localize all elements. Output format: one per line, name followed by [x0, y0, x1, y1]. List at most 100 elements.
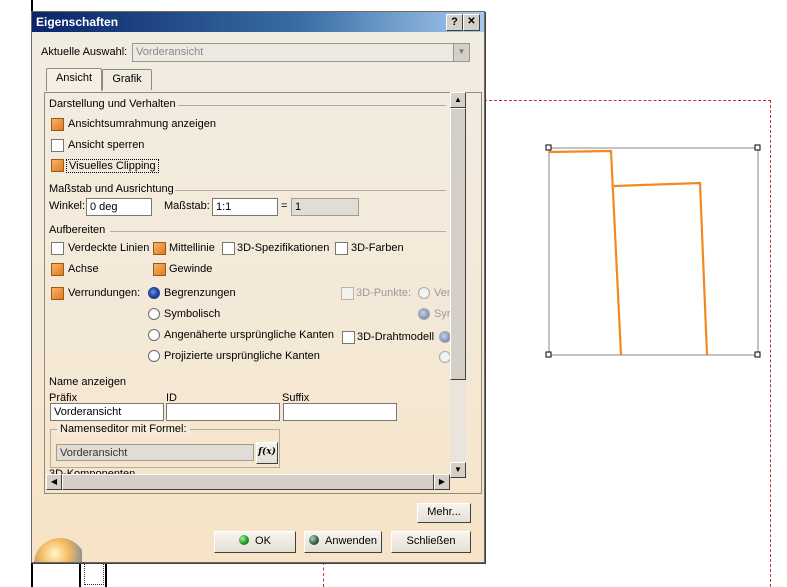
display-heading: Darstellung und Verhalten: [49, 98, 176, 110]
axis-checkbox[interactable]: [51, 263, 64, 276]
dress-up-divider: [110, 231, 446, 232]
center-line-checkbox[interactable]: [153, 242, 166, 255]
close-button-label: Schließen: [406, 535, 456, 547]
fillets-label[interactable]: Verrundungen:: [68, 287, 140, 299]
current-selection-label: Aktuelle Auswahl:: [41, 46, 128, 58]
angle-label: Winkel:: [49, 200, 86, 212]
vertical-scroll-thumb[interactable]: [450, 108, 466, 380]
points-option-1-radio[interactable]: [418, 287, 430, 299]
angle-input[interactable]: 0 deg: [86, 198, 152, 216]
tab-grafik[interactable]: Grafik: [102, 69, 152, 90]
properties-dialog: Eigenschaften ? ✕ Aktuelle Auswahl: Vord…: [31, 11, 485, 563]
thread-checkbox[interactable]: [153, 263, 166, 276]
horizontal-scroll-thumb[interactable]: [62, 474, 434, 490]
view-handle-tr: [754, 144, 761, 151]
current-selection-combo[interactable]: Vorderansicht ▼: [132, 43, 470, 62]
points-3d-label: 3D-Punkte:: [356, 287, 412, 299]
tab-grafik-label: Grafik: [112, 73, 142, 85]
fillet-option-approx-label[interactable]: Angenäherte ursprüngliche Kanten: [164, 329, 334, 341]
points-option-2-radio[interactable]: [418, 308, 430, 320]
apply-button[interactable]: Anwenden: [304, 531, 382, 553]
colors-3d-label[interactable]: 3D-Farben: [351, 242, 404, 254]
apply-status-icon: [309, 535, 319, 545]
visual-clipping-label[interactable]: Visuelles Clipping: [66, 159, 159, 173]
more-button[interactable]: Mehr...: [417, 503, 471, 523]
scale-value: 1:1: [216, 201, 232, 213]
points-3d-checkbox[interactable]: [341, 287, 354, 300]
show-frame-checkbox[interactable]: [51, 118, 64, 131]
view-frame: [548, 147, 759, 356]
more-button-label: Mehr...: [427, 506, 461, 518]
profile-edge-2: [613, 181, 709, 356]
tab-ansicht[interactable]: Ansicht: [46, 68, 102, 91]
prefix-value: Vorderansicht: [54, 406, 122, 418]
formula-value: Vorderansicht: [60, 447, 128, 459]
fillet-option-boundaries-label[interactable]: Begrenzungen: [164, 287, 236, 299]
name-display-heading: Name anzeigen: [49, 376, 127, 388]
fillet-option-symbolic-radio[interactable]: [148, 308, 160, 320]
wireframe-3d-label[interactable]: 3D-Drahtmodell: [357, 331, 434, 343]
current-selection-value: Vorderansicht: [136, 46, 204, 58]
fillet-option-projected-radio[interactable]: [148, 350, 160, 362]
formula-editor-label: Namenseditor mit Formel:: [57, 423, 190, 435]
fillet-option-symbolic-label[interactable]: Symbolisch: [164, 308, 220, 320]
tab-ansicht-label: Ansicht: [55, 72, 93, 84]
dialog-title-bar[interactable]: Eigenschaften ? ✕: [32, 12, 484, 32]
points-option-1-label: Ver: [434, 287, 451, 299]
dress-up-heading: Aufbereiten: [49, 224, 106, 236]
scroll-up-icon[interactable]: ▲: [450, 92, 466, 108]
fillets-checkbox[interactable]: [51, 287, 64, 300]
thread-label[interactable]: Gewinde: [169, 263, 212, 275]
scale-result-field: 1: [291, 198, 359, 216]
vertical-scrollbar[interactable]: ▲ ▼: [450, 92, 466, 478]
formula-button[interactable]: f(x): [256, 442, 278, 464]
view-handle-bl: [545, 351, 552, 358]
wireframe-3d-checkbox[interactable]: [342, 331, 355, 344]
scroll-right-icon[interactable]: ▶: [434, 474, 450, 490]
scale-result: 1: [295, 201, 302, 213]
lock-view-checkbox[interactable]: [51, 139, 64, 152]
suffix-input[interactable]: [283, 403, 397, 421]
spec-3d-label[interactable]: 3D-Spezifikationen: [237, 242, 329, 254]
drawing-frame-top: [484, 100, 771, 101]
close-button[interactable]: Schließen: [391, 531, 471, 553]
colors-3d-checkbox[interactable]: [335, 242, 348, 255]
front-view-drawing[interactable]: [540, 140, 770, 365]
logo-globe: [34, 538, 82, 562]
equals-sign: =: [281, 200, 288, 212]
visual-clipping-checkbox[interactable]: [51, 159, 64, 172]
scale-input[interactable]: 1:1: [212, 198, 278, 216]
horizontal-scrollbar[interactable]: ◀ ▶: [46, 474, 450, 490]
ok-button[interactable]: OK: [214, 531, 296, 553]
scroll-left-icon[interactable]: ◀: [46, 474, 62, 490]
view-handle-br: [754, 351, 761, 358]
display-divider: [178, 105, 446, 106]
ok-status-icon: [239, 535, 250, 545]
fillet-option-approx-radio[interactable]: [148, 329, 160, 341]
chevron-down-icon[interactable]: ▼: [453, 44, 469, 61]
close-icon[interactable]: ✕: [463, 14, 480, 31]
fillet-option-projected-label[interactable]: Projizierte ursprüngliche Kanten: [164, 350, 320, 362]
show-frame-label[interactable]: Ansichtsumrahmung anzeigen: [68, 118, 216, 130]
apply-button-label: Anwenden: [325, 535, 377, 547]
scroll-down-icon[interactable]: ▼: [450, 462, 466, 478]
spec-3d-checkbox[interactable]: [222, 242, 235, 255]
profile-edge-1: [548, 149, 623, 356]
scale-heading: Maßstab und Ausrichtung: [49, 183, 174, 195]
dialog-title: Eigenschaften: [36, 15, 119, 29]
hidden-lines-checkbox[interactable]: [51, 242, 64, 255]
scale-label: Maßstab:: [164, 200, 210, 212]
help-button[interactable]: ?: [446, 14, 463, 31]
hidden-lines-label[interactable]: Verdeckte Linien: [68, 242, 149, 254]
title-block-fragment: [84, 563, 104, 585]
angle-value: 0 deg: [90, 201, 118, 213]
id-input[interactable]: [166, 403, 280, 421]
formula-input: Vorderansicht: [56, 444, 254, 461]
sheet-border-left-3: [105, 560, 107, 587]
axis-label[interactable]: Achse: [68, 263, 99, 275]
center-line-label[interactable]: Mittellinie: [169, 242, 215, 254]
lock-view-label[interactable]: Ansicht sperren: [68, 139, 144, 151]
view-handle-tl: [545, 144, 552, 151]
prefix-input[interactable]: Vorderansicht: [50, 403, 164, 421]
fillet-option-boundaries-radio[interactable]: [148, 287, 160, 299]
